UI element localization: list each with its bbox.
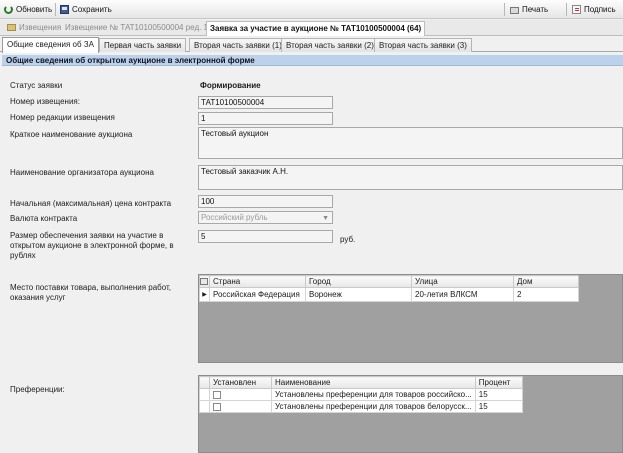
doc-tab-label: Извещения — [19, 23, 62, 32]
doc-tab-label: Извещение № ТАТ10100500004 ред. 1 — [65, 23, 208, 32]
preference-checkbox[interactable] — [213, 390, 221, 399]
preferences-grid[interactable]: Установлен Наименование Процент Установл… — [198, 375, 623, 453]
row-selector[interactable]: ▶ — [199, 287, 210, 302]
doc-tab-notice[interactable]: Извещение № ТАТ10100500004 ред. 1 — [62, 21, 211, 36]
print-button[interactable]: Печать — [510, 3, 548, 16]
document-tabs: Извещения Извещение № ТАТ10100500004 ред… — [0, 20, 623, 36]
tab-first-part[interactable]: Первая часть заявки — [99, 38, 187, 52]
security-field[interactable]: 5 — [198, 230, 333, 243]
save-label: Сохранить — [72, 5, 112, 14]
doc-tab-application[interactable]: Заявка за участие в аукционе № ТАТ101005… — [206, 21, 426, 36]
table-row[interactable]: Установлены преференции для товаров бело… — [199, 400, 524, 413]
organizer-field[interactable]: Тестовый заказчик А.Н. — [198, 165, 623, 190]
refresh-icon — [4, 5, 13, 14]
status-value: Формирование — [200, 81, 261, 90]
section-title: Общие сведения об открытом аукционе в эл… — [2, 55, 623, 66]
preferences-table: Установлен Наименование Процент Установл… — [199, 376, 524, 413]
column-header[interactable]: Установлен — [209, 376, 272, 389]
toolbar-separator — [566, 3, 567, 16]
currency-label: Валюта контракта — [10, 214, 78, 223]
column-header[interactable]: Город — [305, 275, 412, 288]
security-unit: руб. — [340, 235, 356, 244]
price-label: Начальная (максимальная) цена контракта — [10, 199, 172, 208]
column-header[interactable]: Дом — [513, 275, 579, 288]
revision-field[interactable]: 1 — [198, 112, 333, 125]
chevron-down-icon: ▼ — [322, 215, 329, 222]
table-cell[interactable]: Воронеж — [305, 287, 412, 302]
refresh-button[interactable]: Обновить — [4, 3, 52, 16]
checkbox-cell[interactable] — [209, 388, 272, 401]
table-cell[interactable]: Установлены преференции для товаров бело… — [271, 400, 476, 413]
column-header[interactable]: Процент — [474, 376, 524, 389]
short-name-label: Краткое наименование аукциона — [10, 130, 133, 139]
column-header[interactable]: Наименование — [271, 376, 476, 389]
sign-label: Подпись — [584, 5, 616, 14]
preference-checkbox[interactable] — [213, 402, 221, 411]
table-cell[interactable]: 15 — [474, 400, 524, 413]
organizer-label: Наименование организатора аукциона — [10, 168, 154, 177]
toolbar-separator — [55, 3, 56, 16]
status-label: Статус заявки — [10, 81, 63, 90]
tab-second-part-2[interactable]: Вторая часть заявки (2) — [281, 38, 379, 52]
column-header[interactable]: Улица — [411, 275, 514, 288]
grid-icon — [200, 278, 208, 286]
delivery-table: Страна Город Улица Дом ▶ Российская Феде… — [199, 275, 579, 302]
doc-tab-notices[interactable]: Извещения — [4, 21, 64, 36]
signature-icon — [572, 5, 581, 14]
notice-number-field[interactable]: ТАТ10100500004 — [198, 96, 333, 109]
table-cell[interactable]: Установлены преференции для товаров росс… — [271, 388, 476, 401]
sign-button[interactable]: Подпись — [572, 3, 616, 16]
refresh-label: Обновить — [16, 5, 53, 14]
delivery-label: Место поставки товара, выполнения работ,… — [10, 283, 172, 302]
print-icon — [510, 7, 519, 14]
security-label: Размер обеспечения заявки на участие в о… — [10, 231, 174, 260]
table-row[interactable]: Установлены преференции для товаров росс… — [199, 388, 524, 401]
currency-select[interactable]: Российский рубль ▼ — [198, 211, 333, 224]
tab-general[interactable]: Общие сведения об ЗА — [2, 37, 99, 53]
toolbar: Обновить Сохранить Печать Подпись — [0, 0, 623, 19]
form-tabs: Общие сведения об ЗА Первая часть заявки… — [0, 37, 623, 53]
grid-corner — [199, 275, 210, 288]
tab-second-part-3[interactable]: Вторая часть заявки (3) — [374, 38, 472, 52]
notice-number-label: Номер извещения: — [10, 97, 80, 106]
table-header-row: Установлен Наименование Процент — [199, 376, 524, 389]
row-pointer-icon: ▶ — [202, 292, 207, 298]
save-icon — [60, 5, 69, 14]
currency-value: Российский рубль — [201, 213, 268, 222]
short-name-field[interactable]: Тестовый аукцион — [198, 127, 623, 159]
preferences-label: Преференции: — [10, 385, 65, 394]
table-cell[interactable]: Российская Федерация — [209, 287, 306, 302]
toolbar-separator — [504, 3, 505, 16]
table-row[interactable]: ▶ Российская Федерация Воронеж 20-летия … — [199, 287, 579, 302]
folder-icon — [7, 24, 16, 32]
table-cell[interactable]: 20-летия ВЛКСМ — [411, 287, 514, 302]
price-field[interactable]: 100 — [198, 195, 333, 208]
print-label: Печать — [522, 5, 549, 14]
table-cell[interactable]: 15 — [474, 388, 524, 401]
column-header[interactable]: Страна — [209, 275, 306, 288]
tab-second-part-1[interactable]: Вторая часть заявки (1) — [189, 38, 287, 52]
row-selector[interactable] — [199, 400, 210, 413]
doc-tab-label: Заявка за участие в аукционе № ТАТ101005… — [210, 24, 422, 33]
delivery-grid[interactable]: Страна Город Улица Дом ▶ Российская Феде… — [198, 274, 623, 363]
table-header-row: Страна Город Улица Дом — [199, 275, 579, 288]
checkbox-cell[interactable] — [209, 400, 272, 413]
table-cell[interactable]: 2 — [513, 287, 579, 302]
grid-corner — [199, 376, 210, 389]
revision-label: Номер редакции извещения — [10, 113, 115, 122]
save-button[interactable]: Сохранить — [60, 3, 112, 16]
row-selector[interactable] — [199, 388, 210, 401]
